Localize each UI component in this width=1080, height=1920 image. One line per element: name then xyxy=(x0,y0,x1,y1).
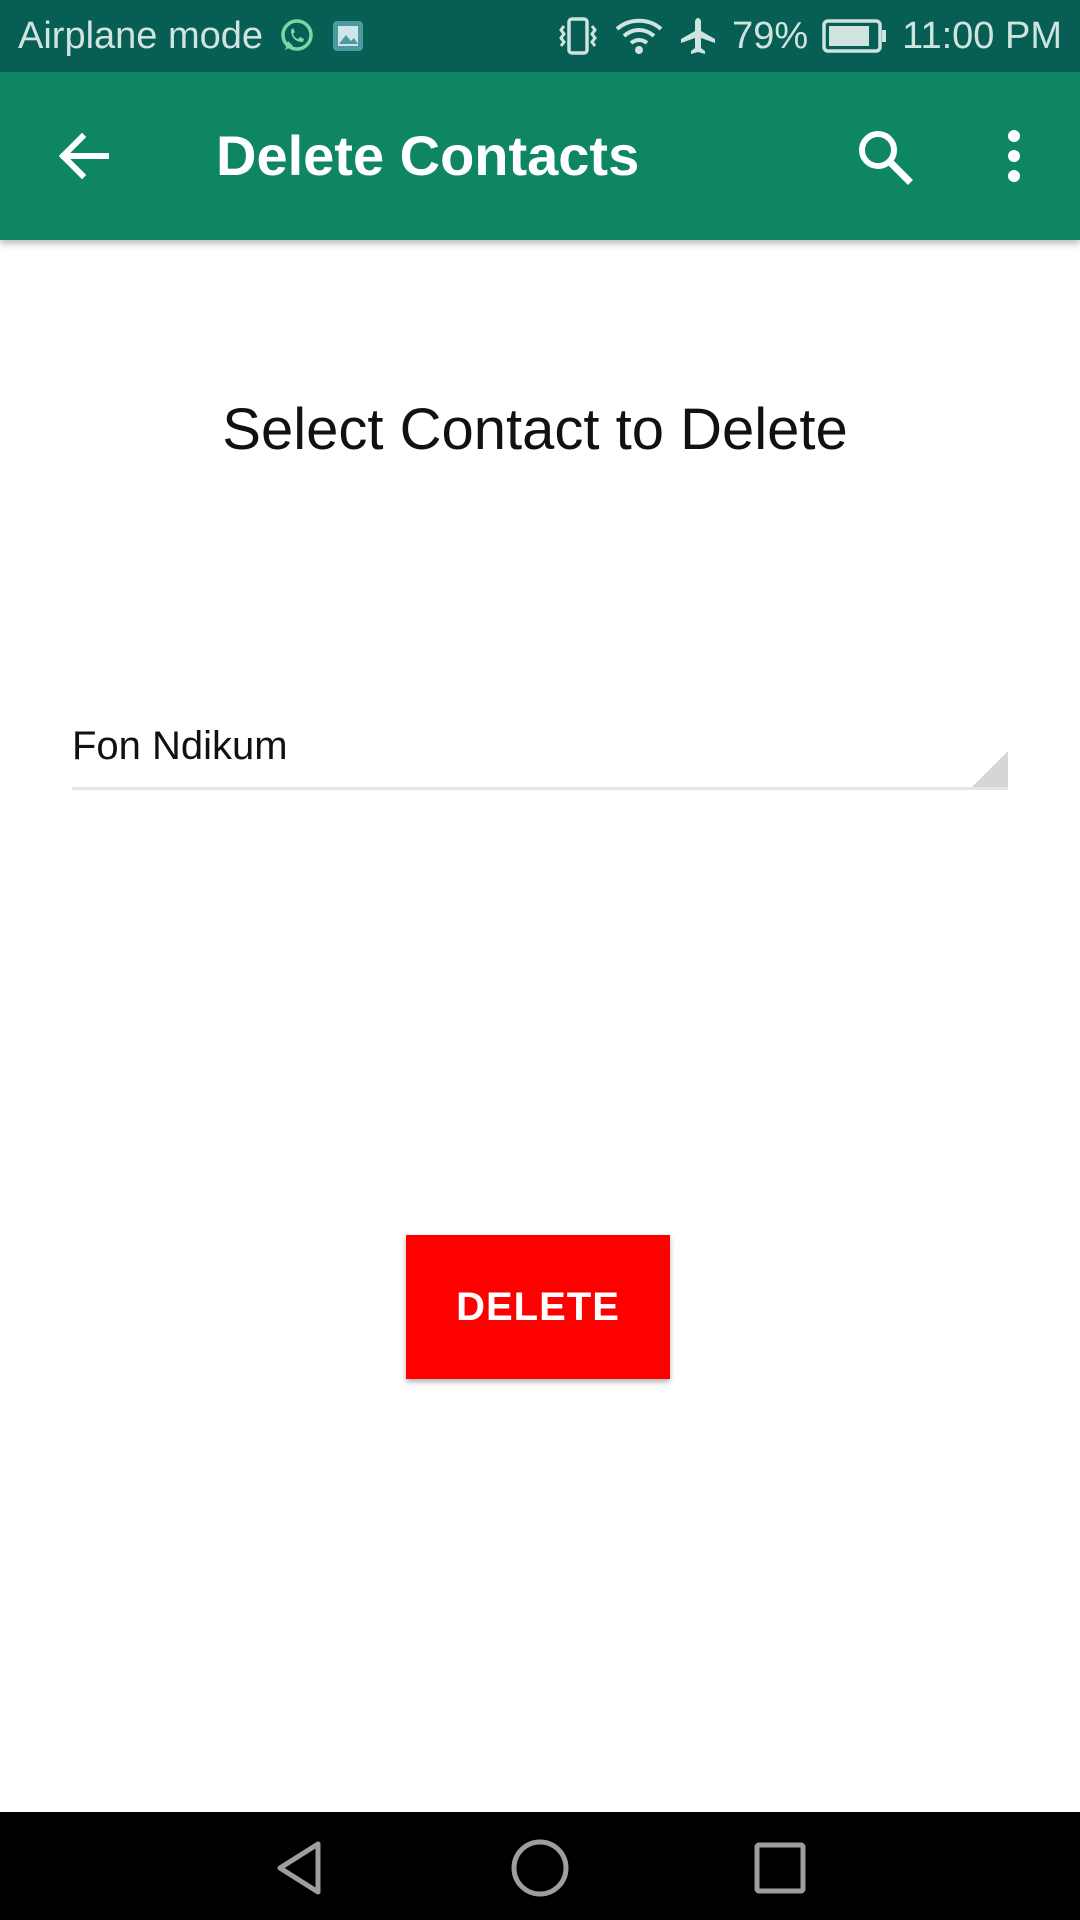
app-bar: Delete Contacts xyxy=(0,72,1080,240)
back-arrow-icon xyxy=(56,128,112,184)
whatsapp-icon xyxy=(279,18,315,54)
page-heading: Select Contact to Delete xyxy=(222,397,848,462)
battery-percent: 79% xyxy=(732,14,809,57)
contact-spinner[interactable]: Fon Ndikum xyxy=(72,710,1008,790)
airplane-icon xyxy=(678,16,718,56)
status-left: Airplane mode xyxy=(0,15,365,58)
back-triangle-icon xyxy=(270,1838,330,1898)
spinner-underline xyxy=(72,787,1008,790)
status-bar: Airplane mode 79% 11:00 PM xyxy=(0,0,1080,72)
home-circle-icon xyxy=(509,1837,571,1899)
more-options-button[interactable] xyxy=(972,114,1056,198)
more-vert-icon xyxy=(1004,128,1024,184)
nav-home-button[interactable] xyxy=(498,1826,582,1910)
clock: 11:00 PM xyxy=(902,14,1062,57)
dropdown-arrow-icon xyxy=(972,751,1008,787)
delete-button[interactable]: DELETE xyxy=(406,1235,670,1379)
search-button[interactable] xyxy=(842,114,926,198)
gallery-icon xyxy=(331,19,365,53)
navigation-bar xyxy=(0,1812,1080,1920)
battery-icon xyxy=(822,18,888,54)
screen: Airplane mode 79% 11:00 PM Delete Contac… xyxy=(0,0,1080,1920)
recents-square-icon xyxy=(752,1840,808,1896)
back-button[interactable] xyxy=(40,114,128,198)
wifi-icon xyxy=(614,16,664,56)
contact-spinner-value: Fon Ndikum xyxy=(72,724,288,768)
nav-back-button[interactable] xyxy=(258,1826,342,1910)
vibrate-icon xyxy=(556,16,600,56)
airplane-mode-text: Airplane mode xyxy=(18,14,264,57)
nav-recents-button[interactable] xyxy=(738,1826,822,1910)
status-right: 79% 11:00 PM xyxy=(556,15,1080,58)
app-title: Delete Contacts xyxy=(216,124,640,187)
search-icon xyxy=(855,127,913,185)
